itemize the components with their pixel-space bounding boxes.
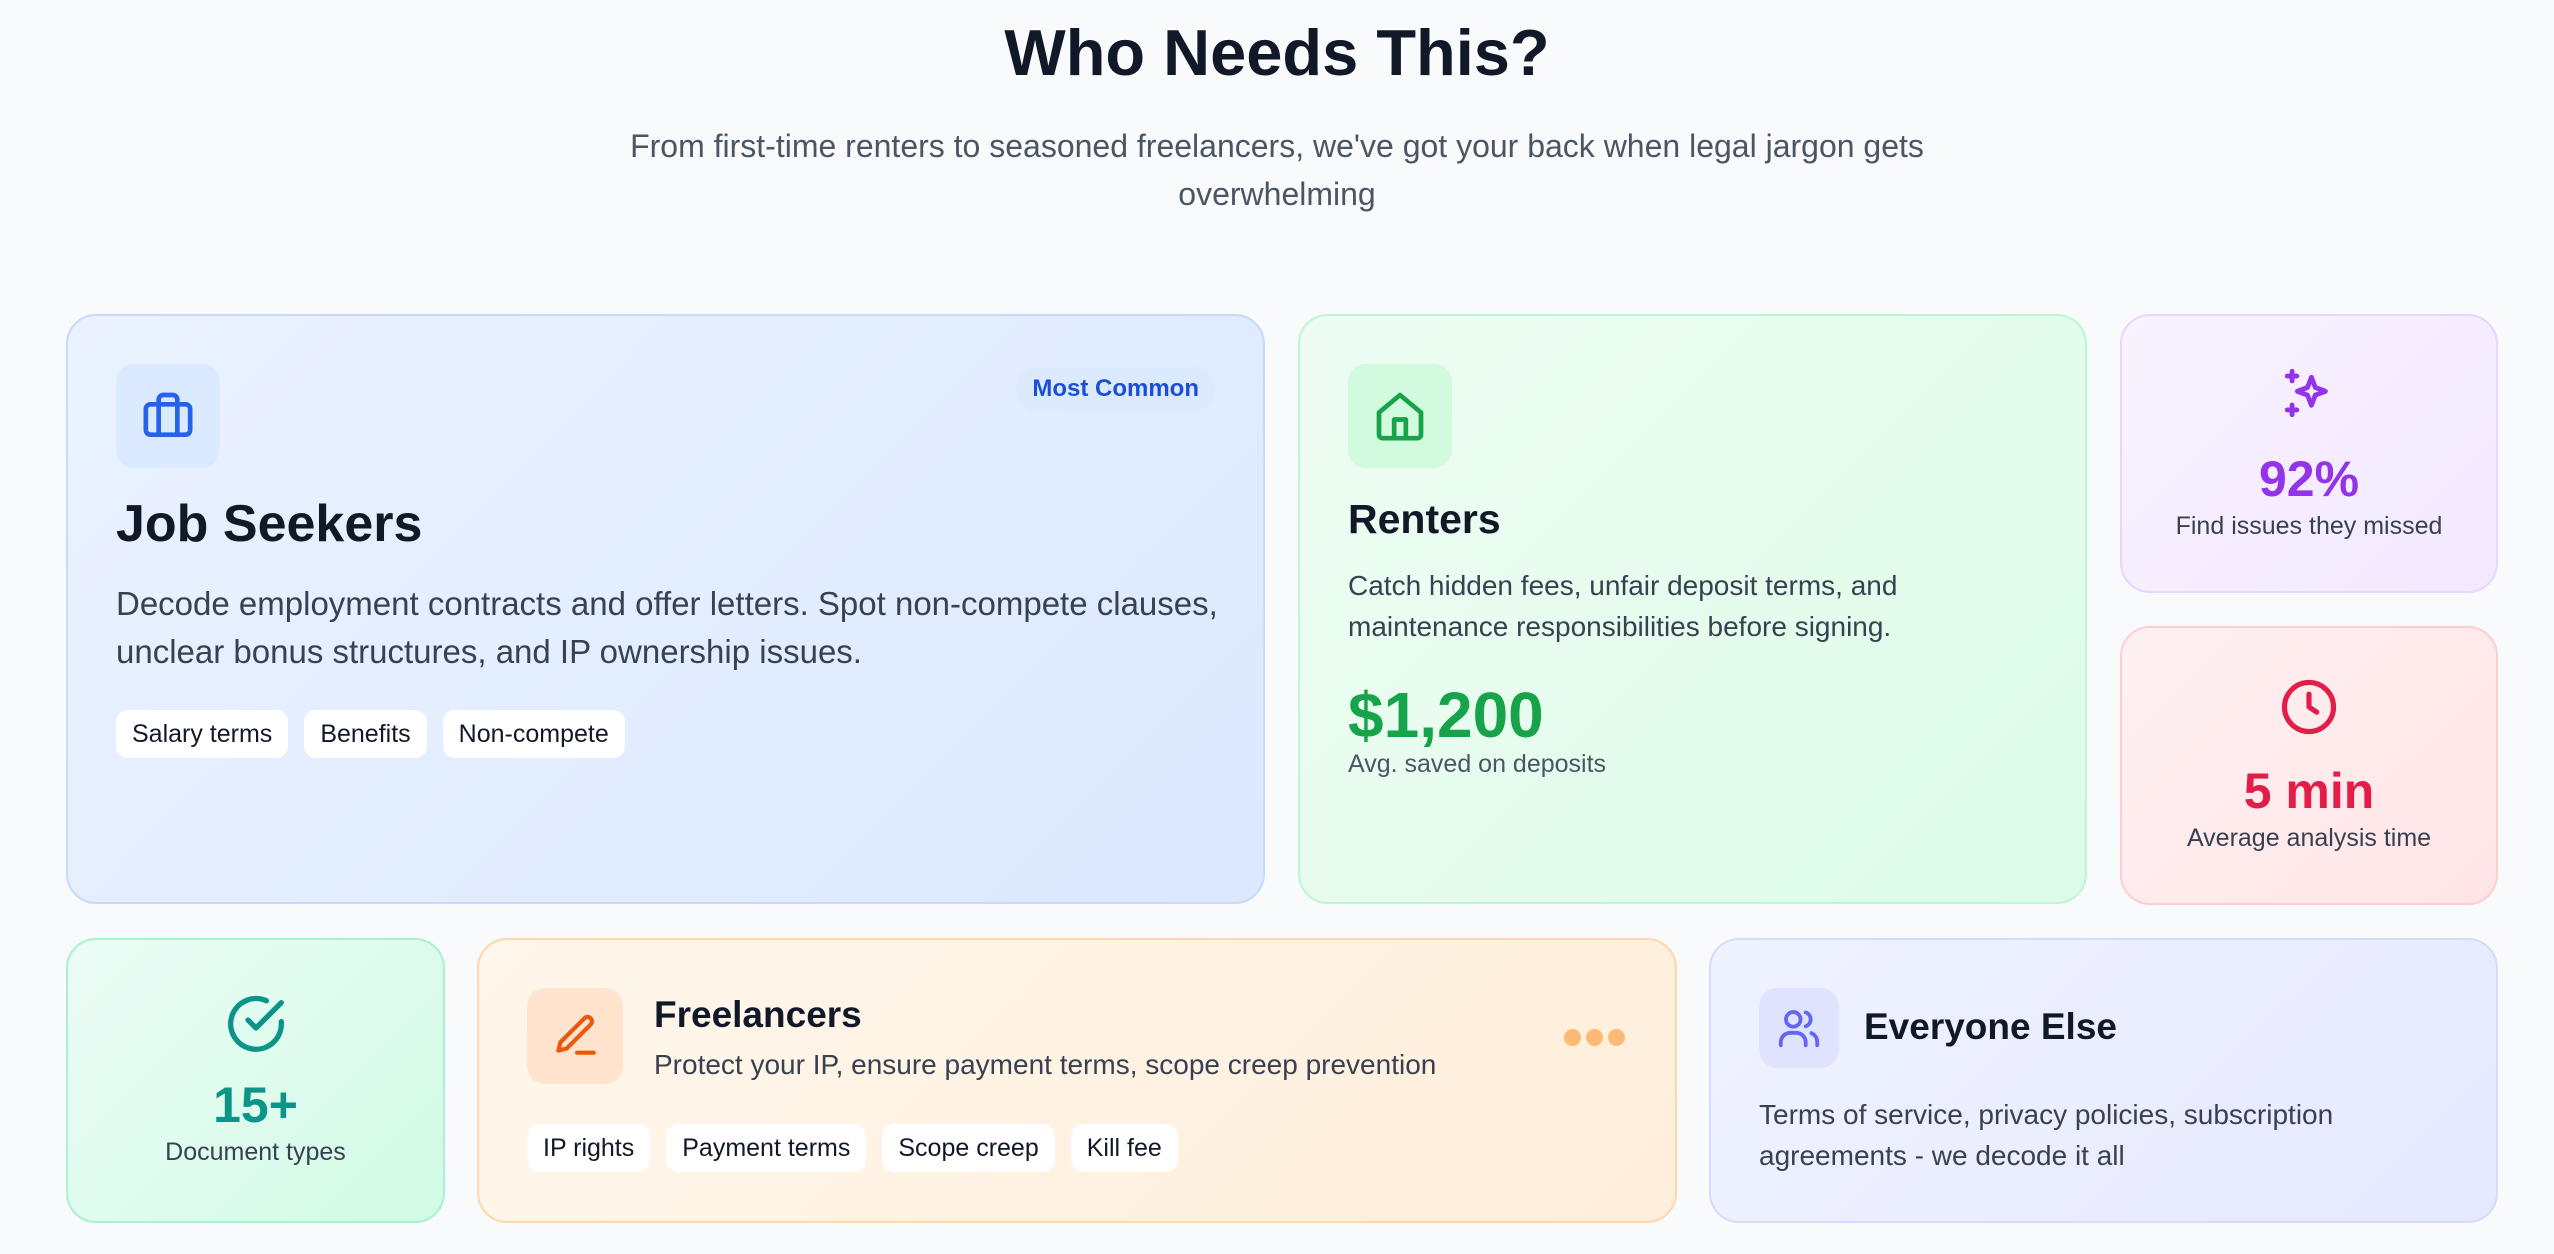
issues-stat-value: 92% (2258, 451, 2360, 507)
check-circle-icon (68, 992, 443, 1061)
renters-stat-label: Avg. saved on deposits (1348, 750, 1607, 778)
tag-payment-terms: Payment terms (666, 1124, 867, 1172)
tag-non-compete: Non-compete (442, 710, 625, 758)
job-seekers-title: Job Seekers (116, 495, 423, 553)
renters-stat-value: $1,200 (1348, 679, 1544, 751)
tag-benefits: Benefits (304, 710, 427, 758)
analysis-time-stat-card: 5 min Average analysis time (2120, 626, 2498, 905)
freelancers-title: Freelancers (654, 994, 862, 1035)
page-title: Who Needs This? (1004, 16, 1550, 89)
tag-ip-rights: IP rights (527, 1124, 651, 1172)
time-stat-label: Average analysis time (2186, 824, 2432, 852)
issues-found-stat-card: 92% Find issues they missed (2120, 314, 2498, 593)
briefcase-icon (116, 364, 220, 468)
renters-card[interactable]: Renters Catch hidden fees, unfair deposi… (1298, 314, 2087, 904)
freelancers-card[interactable]: Freelancers Protect your IP, ensure paym… (477, 938, 1677, 1223)
tag-salary-terms: Salary terms (116, 710, 289, 758)
everyone-else-card[interactable]: Everyone Else Terms of service, privacy … (1709, 938, 2498, 1223)
tag-scope-creep: Scope creep (882, 1124, 1055, 1172)
tag-kill-fee: Kill fee (1070, 1124, 1178, 1172)
sparkles-icon (2122, 364, 2496, 427)
pen-icon (527, 988, 623, 1084)
everyone-else-description: Terms of service, privacy policies, subs… (1759, 1099, 2334, 1171)
renters-description: Catch hidden fees, unfair deposit terms,… (1348, 570, 1898, 642)
job-seekers-tags: Salary terms Benefits Non-compete (116, 710, 625, 758)
users-icon (1759, 988, 1839, 1068)
page-subtitle: From first-time renters to seasoned free… (630, 128, 1924, 212)
clock-icon (2122, 676, 2496, 743)
time-stat-value: 5 min (2243, 763, 2375, 819)
job-seekers-card[interactable]: Most Common Job Seekers Decode employmen… (66, 314, 1265, 904)
freelancers-description: Protect your IP, ensure payment terms, s… (654, 1049, 1437, 1080)
docs-stat-label: Document types (165, 1138, 346, 1166)
renters-title: Renters (1348, 496, 1501, 542)
home-icon (1348, 364, 1452, 468)
most-common-badge: Most Common (1016, 366, 1215, 412)
freelancers-tags: IP rights Payment terms Scope creep Kill… (527, 1124, 1178, 1172)
document-types-stat-card: 15+ Document types (66, 938, 445, 1223)
everyone-else-title: Everyone Else (1864, 1006, 2117, 1047)
docs-stat-value: 15+ (213, 1077, 298, 1133)
issues-stat-label: Find issues they missed (2175, 512, 2443, 540)
job-seekers-description: Decode employment contracts and offer le… (116, 585, 1218, 670)
